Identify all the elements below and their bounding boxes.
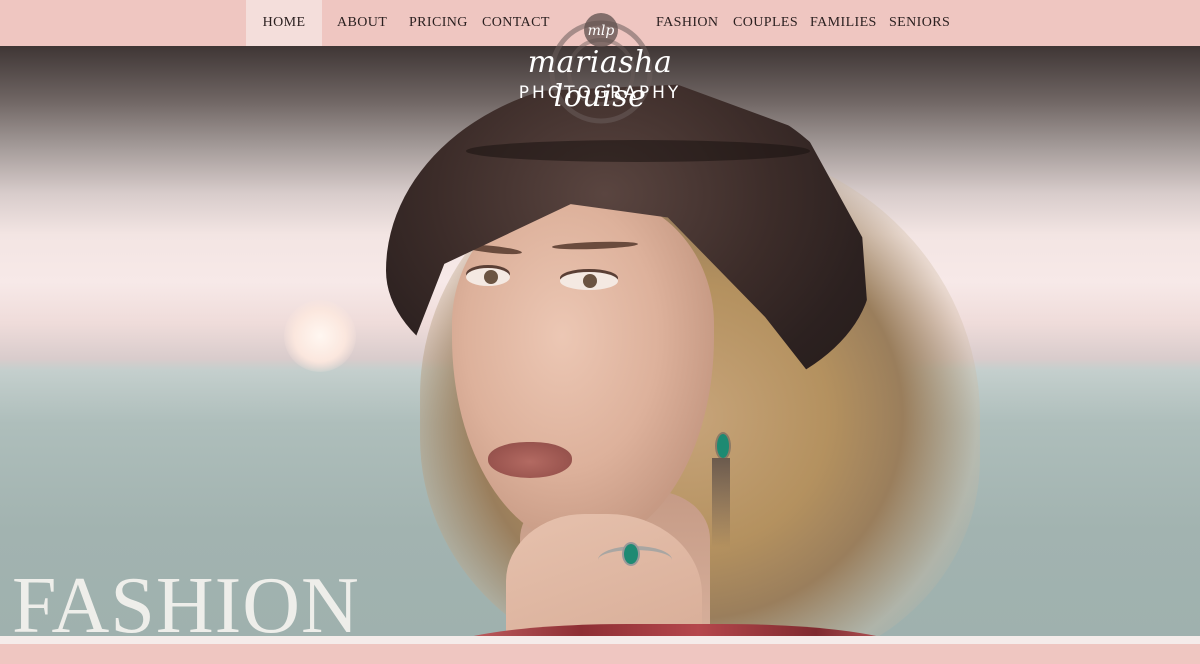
model-lips	[488, 442, 572, 478]
logo-monogram: mlp	[588, 23, 615, 39]
hero-title: FASHION	[12, 562, 360, 650]
model-earring	[715, 432, 731, 460]
nav-families[interactable]: FAMILIES	[810, 0, 877, 46]
hat-band	[466, 140, 810, 162]
divider-strip	[0, 636, 1200, 644]
nav-home[interactable]: HOME	[246, 0, 322, 46]
model-eye-right	[560, 272, 618, 290]
bottom-bar	[0, 644, 1200, 664]
nav-seniors[interactable]: SENIORS	[889, 0, 950, 46]
model-eye-left	[466, 268, 510, 286]
nav-about[interactable]: ABOUT	[337, 0, 387, 46]
sunset-sun	[284, 300, 356, 372]
turquoise-stone	[622, 542, 640, 566]
earring-fringe	[712, 458, 730, 548]
nav-couples[interactable]: COUPLES	[733, 0, 798, 46]
nav-pricing[interactable]: PRICING	[409, 0, 468, 46]
logo-subtitle: PHOTOGRAPHY	[518, 83, 682, 103]
